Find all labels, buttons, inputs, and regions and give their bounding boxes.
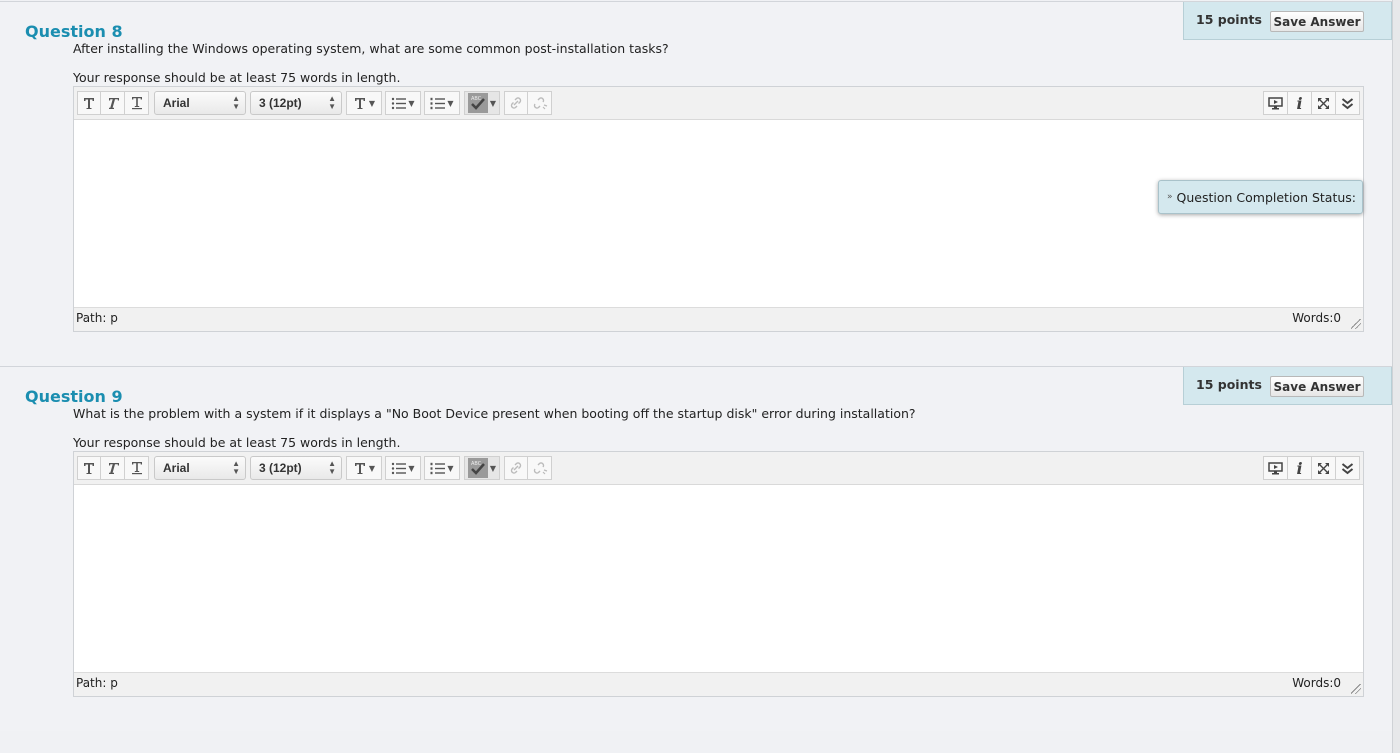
preview-icon[interactable]	[1263, 456, 1288, 480]
text-editor: Arial ▲ ▼ 3 (12pt) ▲ ▼ ▼ ▼ ▼ ABC ▼ i Pat…	[73, 451, 1364, 697]
editor-status-bar: Path: p Words:0	[74, 672, 1363, 696]
path-indicator: Path: p	[76, 676, 118, 690]
path-label: Path:	[76, 676, 107, 690]
spellcheck-icon[interactable]: ABC ▼	[464, 91, 500, 115]
bold-icon[interactable]	[77, 91, 101, 115]
info-icon[interactable]: i	[1287, 91, 1312, 115]
question-text: What is the problem with a system if it …	[73, 406, 916, 421]
select-arrows-icon: ▲ ▼	[232, 94, 240, 111]
caret-down-icon: ▼	[489, 463, 497, 473]
expand-toolbar-icon[interactable]	[1335, 91, 1360, 115]
resize-grip-icon[interactable]	[1351, 319, 1361, 329]
word-count: Words:0	[1292, 676, 1341, 690]
page-scrollbar-edge	[1392, 0, 1400, 753]
chevron-double-down-icon: »	[1167, 192, 1173, 202]
question-text: After installing the Windows operating s…	[73, 41, 669, 56]
caret-down-icon: ▼	[489, 98, 497, 108]
path-label: Path:	[76, 311, 107, 325]
bold-icon[interactable]	[77, 456, 101, 480]
text-color-icon[interactable]: ▼	[346, 91, 382, 115]
info-icon[interactable]: i	[1287, 456, 1312, 480]
fullscreen-icon[interactable]	[1311, 456, 1336, 480]
select-arrows-icon: ▲ ▼	[328, 459, 336, 476]
question-instruction: Your response should be at least 75 word…	[73, 70, 401, 85]
bullet-list-icon[interactable]: ▼	[385, 456, 421, 480]
preview-icon[interactable]	[1263, 91, 1288, 115]
editor-content-area[interactable]	[74, 120, 1363, 308]
question-instruction: Your response should be at least 75 word…	[73, 435, 401, 450]
word-count: Words:0	[1292, 311, 1341, 325]
font-family-value: Arial	[163, 461, 190, 475]
font-size-select[interactable]: 3 (12pt) ▲ ▼	[250, 91, 342, 115]
font-size-value: 3 (12pt)	[259, 461, 302, 475]
caret-down-icon: ▼	[447, 98, 454, 108]
numbered-list-icon[interactable]: ▼	[424, 91, 460, 115]
question-9: Question 9 What is the problem with a sy…	[0, 366, 1392, 731]
select-arrows-icon: ▲ ▼	[232, 459, 240, 476]
svg-text:ABC: ABC	[471, 96, 482, 102]
link-icon[interactable]	[504, 91, 528, 115]
underline-icon[interactable]	[124, 91, 149, 115]
unlink-icon[interactable]	[527, 91, 552, 115]
editor-toolbar: Arial ▲ ▼ 3 (12pt) ▲ ▼ ▼ ▼ ▼ ABC ▼ i	[74, 87, 1363, 120]
points-label: 15 points	[1196, 12, 1262, 27]
save-answer-button[interactable]: Save Answer	[1270, 11, 1364, 32]
editor-status-bar: Path: p Words:0	[74, 307, 1363, 331]
question-completion-status[interactable]: » Question Completion Status:	[1158, 180, 1363, 214]
underline-icon[interactable]	[124, 456, 149, 480]
caret-down-icon: ▼	[447, 463, 454, 473]
bullet-list-icon[interactable]: ▼	[385, 91, 421, 115]
font-family-select[interactable]: Arial ▲ ▼	[154, 456, 246, 480]
unlink-icon[interactable]	[527, 456, 552, 480]
select-arrows-icon: ▲ ▼	[328, 94, 336, 111]
link-icon[interactable]	[504, 456, 528, 480]
italic-icon[interactable]	[100, 456, 125, 480]
caret-down-icon: ▼	[368, 463, 376, 473]
path-value[interactable]: p	[110, 311, 118, 325]
text-color-icon[interactable]: ▼	[346, 456, 382, 480]
font-size-select[interactable]: 3 (12pt) ▲ ▼	[250, 456, 342, 480]
question-title: Question 8	[25, 22, 123, 41]
font-size-value: 3 (12pt)	[259, 96, 302, 110]
caret-down-icon: ▼	[408, 463, 415, 473]
font-family-value: Arial	[163, 96, 190, 110]
question-title: Question 9	[25, 387, 123, 406]
path-value[interactable]: p	[110, 676, 118, 690]
spellcheck-icon[interactable]: ABC ▼	[464, 456, 500, 480]
caret-down-icon: ▼	[368, 98, 376, 108]
completion-status-label: Question Completion Status:	[1176, 189, 1357, 205]
save-answer-button[interactable]: Save Answer	[1270, 376, 1364, 397]
points-label: 15 points	[1196, 377, 1262, 392]
editor-content-area[interactable]	[74, 485, 1363, 673]
editor-toolbar: Arial ▲ ▼ 3 (12pt) ▲ ▼ ▼ ▼ ▼ ABC ▼ i	[74, 452, 1363, 485]
numbered-list-icon[interactable]: ▼	[424, 456, 460, 480]
svg-text:ABC: ABC	[471, 461, 482, 467]
points-panel: 15 points Save Answer	[1183, 2, 1392, 40]
italic-icon[interactable]	[100, 91, 125, 115]
points-panel: 15 points Save Answer	[1183, 367, 1392, 405]
font-family-select[interactable]: Arial ▲ ▼	[154, 91, 246, 115]
resize-grip-icon[interactable]	[1351, 684, 1361, 694]
caret-down-icon: ▼	[408, 98, 415, 108]
path-indicator: Path: p	[76, 311, 118, 325]
fullscreen-icon[interactable]	[1311, 91, 1336, 115]
expand-toolbar-icon[interactable]	[1335, 456, 1360, 480]
